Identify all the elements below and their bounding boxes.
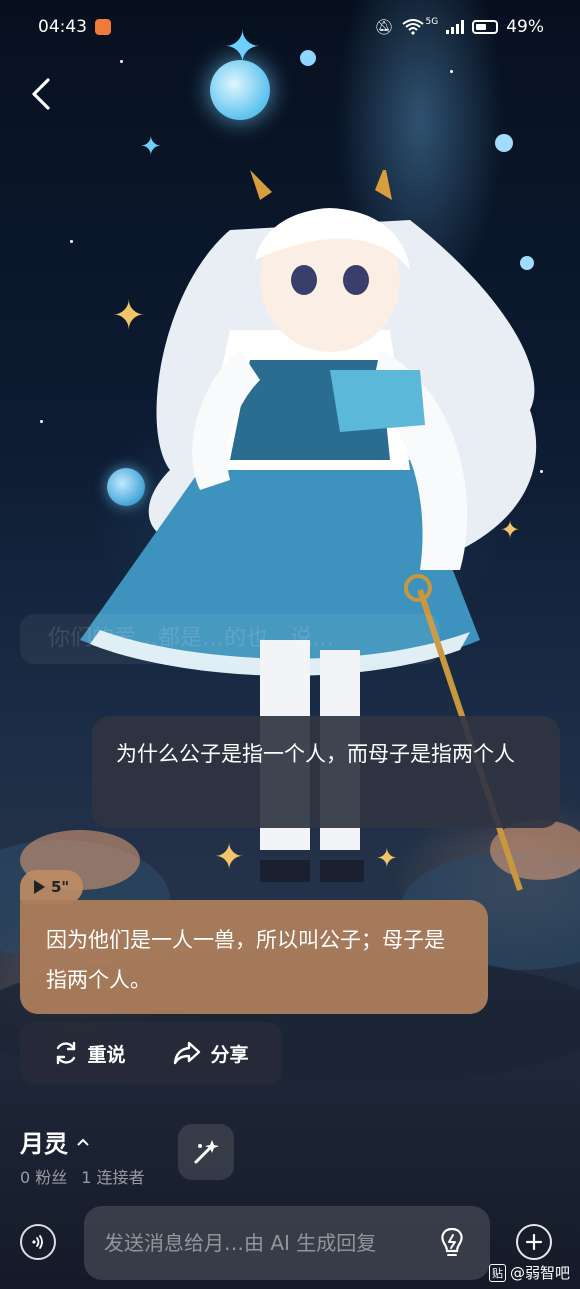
voice-input-button[interactable]	[20, 1224, 56, 1260]
tieba-logo-icon: 贴	[488, 1263, 506, 1282]
chevron-up-icon	[77, 1138, 89, 1146]
previous-message-faded: 你们的爱…都是…的也…说…	[20, 614, 440, 664]
battery-percent: 49%	[506, 17, 544, 37]
ai-message-bubble[interactable]: 因为他们是一人一兽，所以叫公子；母子是指两个人。	[20, 900, 488, 1014]
bot-stats: 0 粉丝 1 连接者	[20, 1164, 145, 1188]
add-button[interactable]	[516, 1224, 552, 1260]
connectors-count: 1 连接者	[81, 1168, 145, 1187]
voice-play-button[interactable]: 5"	[20, 870, 84, 904]
user-message-text: 为什么公子是指一个人，而母子是指两个人	[116, 742, 515, 766]
magic-effect-button[interactable]	[178, 1124, 234, 1180]
lightbulb-icon[interactable]	[436, 1226, 468, 1260]
mute-icon: 🔕︎	[374, 18, 394, 36]
voice-duration: 5"	[51, 878, 70, 896]
bot-name: 月灵	[20, 1130, 68, 1158]
wifi-icon	[401, 19, 424, 35]
star	[495, 134, 513, 152]
share-icon	[174, 1041, 201, 1065]
magic-wand-icon	[194, 1140, 219, 1164]
ai-message-text: 因为他们是一人一兽，所以叫公子；母子是指两个人。	[46, 928, 445, 992]
star	[70, 240, 73, 243]
play-icon	[34, 880, 45, 894]
star	[40, 420, 43, 423]
share-button[interactable]: 分享	[172, 1040, 249, 1067]
status-time: 04:43	[38, 17, 87, 37]
star	[450, 70, 453, 73]
star	[120, 60, 123, 63]
signal-icon	[446, 20, 465, 34]
sound-wave-icon	[32, 1235, 43, 1249]
watermark-text: @弱智吧	[509, 1264, 570, 1282]
plus-icon	[525, 1233, 543, 1251]
battery-icon	[472, 20, 499, 34]
sparkle-icon: ✦	[140, 132, 162, 162]
bot-name-toggle[interactable]: 月灵	[20, 1124, 90, 1159]
network-label: 5G	[425, 17, 439, 27]
refresh-icon	[57, 1041, 76, 1065]
share-label: 分享	[210, 1043, 249, 1066]
followers-count: 0 粉丝	[20, 1168, 68, 1187]
message-input[interactable]: 发送消息给月…由 AI 生成回复	[84, 1206, 490, 1280]
notification-icon	[95, 19, 111, 35]
retry-label: 重说	[87, 1043, 126, 1066]
back-arrow-icon[interactable]	[24, 74, 64, 114]
retry-button[interactable]: 重说	[53, 1040, 126, 1067]
watermark: 贴 @弱智吧	[488, 1262, 570, 1283]
status-bar: 04:43 🔕︎ 5G 49%	[0, 0, 580, 54]
user-message-bubble[interactable]: 为什么公子是指一个人，而母子是指两个人	[92, 716, 560, 828]
message-action-bar: 重说 分享	[20, 1022, 282, 1084]
